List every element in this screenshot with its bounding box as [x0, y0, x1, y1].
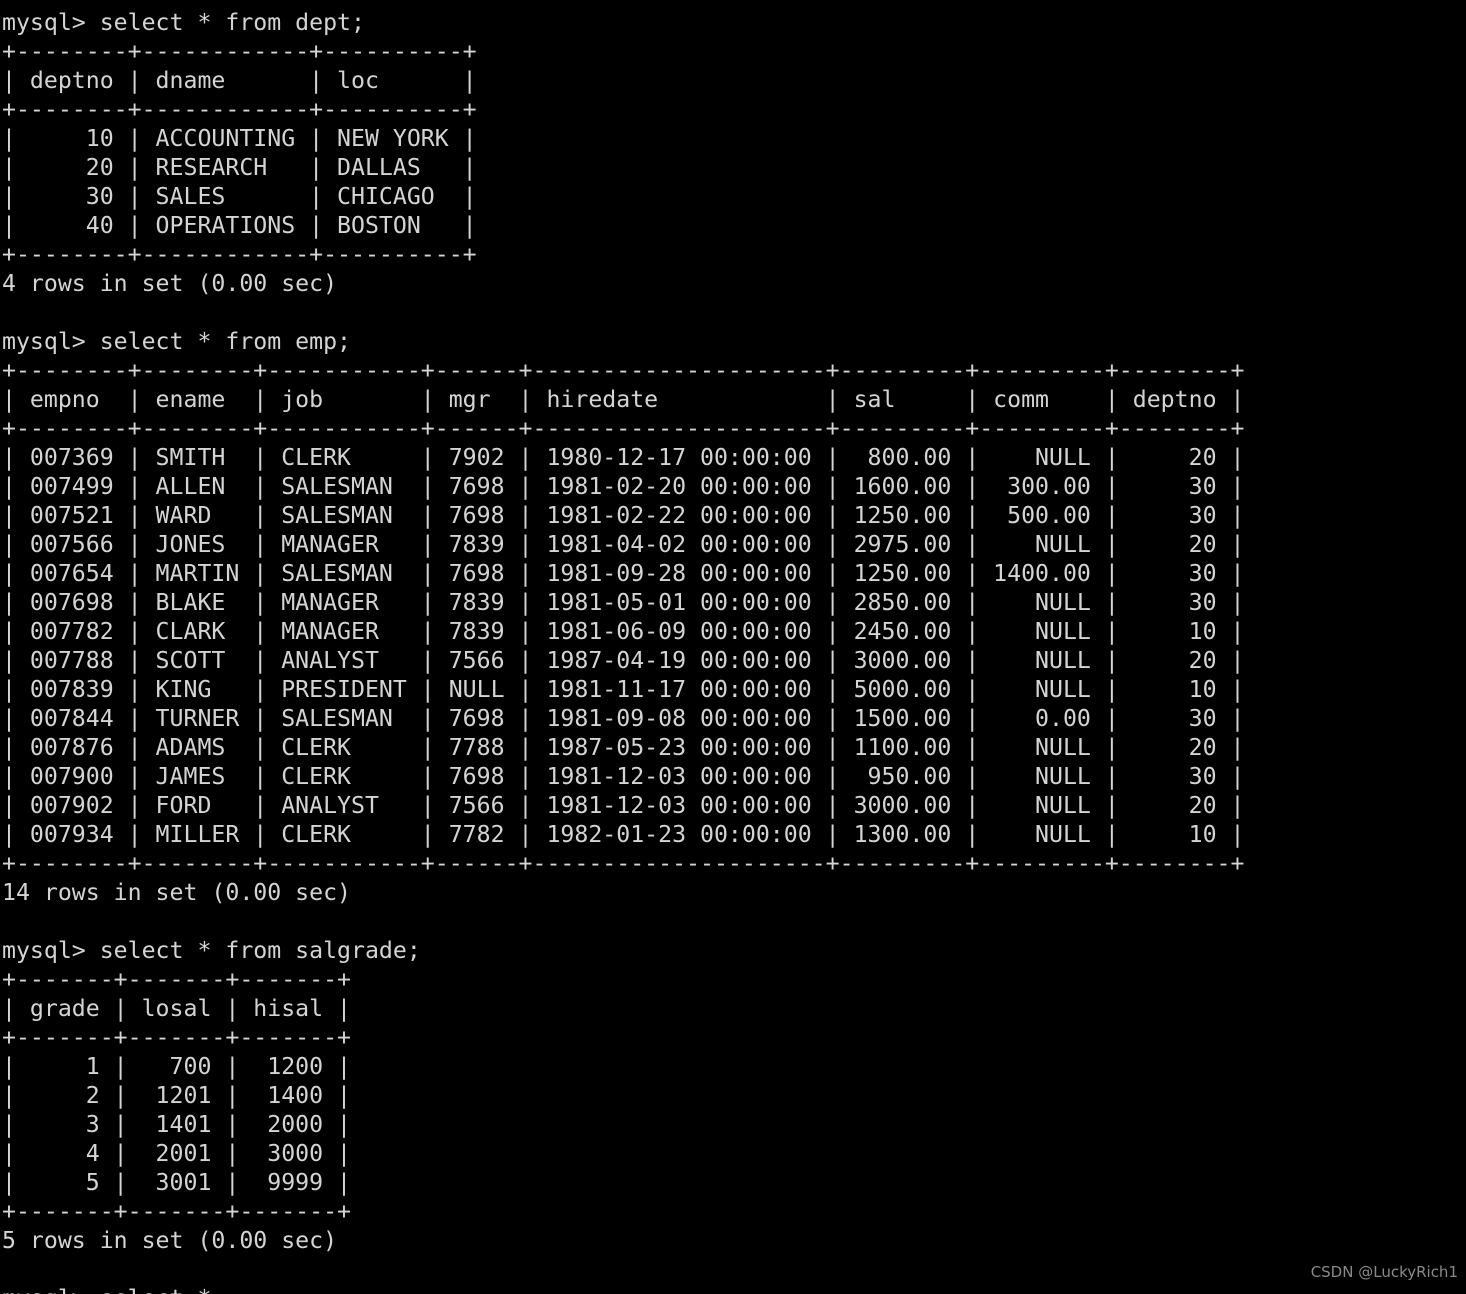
- table-row: | 007902 | FORD | ANALYST | 7566 | 1981-…: [2, 792, 1245, 819]
- table-border-top-salgrade: +-------+-------+-------+: [2, 966, 352, 993]
- table-header-emp: | empno | ename | job | mgr | hiredate |…: [2, 386, 1245, 413]
- table-border-mid-salgrade: +-------+-------+-------+: [2, 1024, 352, 1051]
- table-row: | 007900 | JAMES | CLERK | 7698 | 1981-1…: [2, 763, 1245, 790]
- command-line-emp: mysql> select * from emp;: [2, 328, 352, 355]
- table-border-bottom-emp: +--------+--------+-----------+------+--…: [2, 850, 1245, 877]
- table-border-top-dept: +--------+------------+----------+: [2, 38, 477, 65]
- table-border-top-emp: +--------+--------+-----------+------+--…: [2, 357, 1245, 384]
- table-row: | 007521 | WARD | SALESMAN | 7698 | 1981…: [2, 502, 1245, 529]
- table-row: | 007788 | SCOTT | ANALYST | 7566 | 1987…: [2, 647, 1245, 674]
- table-row: | 007782 | CLARK | MANAGER | 7839 | 1981…: [2, 618, 1245, 645]
- table-border-bottom-dept: +--------+------------+----------+: [2, 241, 477, 268]
- table-row: | 4 | 2001 | 3000 |: [2, 1140, 352, 1167]
- table-row: | 007698 | BLAKE | MANAGER | 7839 | 1981…: [2, 589, 1245, 616]
- table-row: | 007654 | MARTIN | SALESMAN | 7698 | 19…: [2, 560, 1245, 587]
- table-row: | 007566 | JONES | MANAGER | 7839 | 1981…: [2, 531, 1245, 558]
- table-row: | 007934 | MILLER | CLERK | 7782 | 1982-…: [2, 821, 1245, 848]
- table-row: | 1 | 700 | 1200 |: [2, 1053, 352, 1080]
- table-row: | 007369 | SMITH | CLERK | 7902 | 1980-1…: [2, 444, 1245, 471]
- command-line-salgrade: mysql> select * from salgrade;: [2, 937, 421, 964]
- table-border-bottom-salgrade: +-------+-------+-------+: [2, 1198, 352, 1225]
- status-line-dept: 4 rows in set (0.00 sec): [2, 270, 338, 297]
- watermark-label: CSDN @LuckyRich1: [1310, 1263, 1458, 1281]
- table-row: | 40 | OPERATIONS | BOSTON |: [2, 212, 477, 239]
- status-line-emp: 14 rows in set (0.00 sec): [2, 879, 352, 906]
- table-row: | 007499 | ALLEN | SALESMAN | 7698 | 198…: [2, 473, 1245, 500]
- table-row: | 10 | ACCOUNTING | NEW YORK |: [2, 125, 477, 152]
- command-line-dept: mysql> select * from dept;: [2, 9, 365, 36]
- table-row: | 2 | 1201 | 1400 |: [2, 1082, 352, 1109]
- table-border-mid-dept: +--------+------------+----------+: [2, 96, 477, 123]
- clipped-prompt-line: mysql> select *: [2, 1284, 1466, 1294]
- table-row: | 5 | 3001 | 9999 |: [2, 1169, 352, 1196]
- terminal-window[interactable]: mysql> select * from dept; +--------+---…: [0, 0, 1466, 1294]
- table-row: | 20 | RESEARCH | DALLAS |: [2, 154, 477, 181]
- table-header-dept: | deptno | dname | loc |: [2, 67, 477, 94]
- table-row: | 30 | SALES | CHICAGO |: [2, 183, 477, 210]
- table-row: | 3 | 1401 | 2000 |: [2, 1111, 352, 1138]
- table-header-salgrade: | grade | losal | hisal |: [2, 995, 352, 1022]
- status-line-salgrade: 5 rows in set (0.00 sec): [2, 1227, 338, 1254]
- table-border-mid-emp: +--------+--------+-----------+------+--…: [2, 415, 1245, 442]
- table-row: | 007844 | TURNER | SALESMAN | 7698 | 19…: [2, 705, 1245, 732]
- table-row: | 007839 | KING | PRESIDENT | NULL | 198…: [2, 676, 1245, 703]
- table-row: | 007876 | ADAMS | CLERK | 7788 | 1987-0…: [2, 734, 1245, 761]
